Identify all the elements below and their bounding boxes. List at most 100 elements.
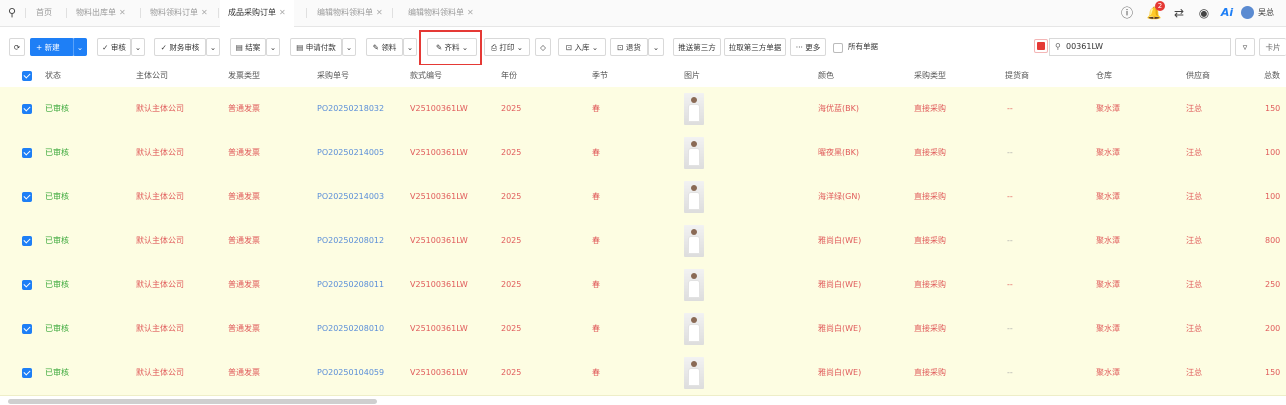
product-thumbnail[interactable] (684, 225, 704, 257)
row-checkbox[interactable] (22, 192, 32, 202)
filter-icon[interactable]: ▿ (1235, 38, 1255, 56)
po-number-link[interactable]: PO20250104059 (317, 351, 384, 395)
product-thumbnail[interactable] (684, 313, 704, 345)
finance-dropdown[interactable]: ⌄ (206, 38, 220, 56)
row-checkbox[interactable] (22, 280, 32, 290)
po-number-link[interactable]: PO20250208010 (317, 307, 384, 351)
assistant-icon[interactable]: ◉ (1196, 5, 1212, 21)
season-cell: 春 (592, 324, 600, 333)
tab-label: 成品采购订单 (228, 8, 276, 17)
refresh-button[interactable]: ⟳ (9, 38, 25, 56)
tab-material-outbound[interactable]: 物料出库单 ✕ (76, 0, 126, 26)
tab-label: 编辑物料领料单 (408, 8, 464, 17)
row-checkbox[interactable] (22, 104, 32, 114)
column-header[interactable]: 采购单号 (317, 65, 349, 87)
color-cell: 雅尚白(WE) (818, 368, 862, 377)
table-row[interactable]: 已审核 默认主体公司 普通发票 PO20250104059 V25100361L… (0, 351, 1286, 396)
product-thumbnail[interactable] (684, 181, 704, 213)
column-header[interactable]: 状态 (45, 65, 61, 87)
search-box[interactable]: ⚲ 00361LW (1049, 38, 1231, 56)
new-button[interactable]: + 新建 (30, 38, 74, 56)
table-row[interactable]: 已审核 默认主体公司 普通发票 PO20250208012 V25100361L… (0, 219, 1286, 264)
tab-home[interactable]: 首页 (36, 0, 52, 26)
invoice-cell: 普通发票 (228, 324, 260, 333)
pick-material-button[interactable]: ✎ 领料 (366, 38, 403, 56)
close-icon[interactable]: ✕ (119, 8, 126, 17)
column-header[interactable]: 采购类型 (914, 65, 946, 87)
exchange-icon[interactable]: ⇄ (1171, 5, 1187, 21)
warehouse-cell: 聚水潭 (1096, 280, 1120, 289)
user-name[interactable]: 吴总 (1258, 0, 1274, 26)
po-number-link[interactable]: PO20250208011 (317, 263, 384, 307)
settle-button[interactable]: ▤ 结案 (230, 38, 266, 56)
tab-finished-purchase-order[interactable]: 成品采购订单 ✕ (220, 0, 294, 28)
warehouse-cell: 聚水潭 (1096, 148, 1120, 157)
row-checkbox[interactable] (22, 368, 32, 378)
ai-button[interactable]: Ai (1219, 5, 1235, 21)
print-button[interactable]: ⎙ 打印 ⌄ (484, 38, 530, 56)
select-all-checkbox[interactable] (22, 71, 32, 81)
search-icon[interactable]: ⚲ (4, 5, 20, 21)
new-dropdown[interactable]: ⌄ (73, 38, 87, 56)
pull-third-party-button[interactable]: 拉取第三方单据 (724, 38, 786, 56)
table-row[interactable]: 已审核 默认主体公司 普通发票 PO20250218032 V25100361L… (0, 87, 1286, 132)
pick-dropdown[interactable]: ⌄ (403, 38, 417, 56)
approve-button[interactable]: ✓ 审核 (97, 38, 131, 56)
product-thumbnail[interactable] (684, 93, 704, 125)
column-header[interactable]: 年份 (501, 65, 517, 87)
return-button[interactable]: ⊡ 退货 (610, 38, 648, 56)
column-header[interactable]: 发票类型 (228, 65, 260, 87)
clear-filter-button[interactable] (1034, 39, 1048, 53)
tab-material-picking-order[interactable]: 物料领料订单 ✕ (150, 0, 208, 26)
po-number-link[interactable]: PO20250218032 (317, 87, 384, 131)
warehouse-cell: 聚水潭 (1096, 368, 1120, 377)
row-checkbox[interactable] (22, 324, 32, 334)
push-third-party-button[interactable]: 推送第三方 (673, 38, 721, 56)
all-documents-checkbox[interactable] (833, 43, 843, 53)
column-header[interactable]: 图片 (684, 65, 700, 87)
chevron-down-icon: ⌄ (134, 43, 142, 52)
po-number-link[interactable]: PO20250214003 (317, 175, 384, 219)
payment-dropdown[interactable]: ⌄ (342, 38, 356, 56)
tab-edit-picking-1[interactable]: 编辑物料领料单 ✕ (317, 0, 383, 26)
po-number-link[interactable]: PO20250214005 (317, 131, 384, 175)
tag-button[interactable]: ◇ (535, 38, 551, 56)
close-icon[interactable]: ✕ (201, 8, 208, 17)
product-thumbnail[interactable] (684, 269, 704, 301)
settle-dropdown[interactable]: ⌄ (266, 38, 280, 56)
column-header[interactable]: 总数 (1264, 65, 1280, 87)
inbound-button[interactable]: ⊡ 入库 ⌄ (558, 38, 606, 56)
column-header[interactable]: 款式编号 (410, 65, 442, 87)
finance-approve-button[interactable]: ✓ 财务审核 (154, 38, 206, 56)
column-header[interactable]: 季节 (592, 65, 608, 87)
search-input[interactable]: 00361LW (1066, 39, 1103, 55)
request-payment-button[interactable]: ▤ 申请付款 (290, 38, 342, 56)
close-icon[interactable]: ✕ (467, 8, 474, 17)
row-checkbox[interactable] (22, 236, 32, 246)
column-header[interactable]: 仓库 (1096, 65, 1112, 87)
help-icon[interactable]: ⓘ (1119, 5, 1135, 21)
row-checkbox[interactable] (22, 148, 32, 158)
more-button[interactable]: ··· 更多 (790, 38, 826, 56)
close-icon[interactable]: ✕ (376, 8, 383, 17)
table-row[interactable]: 已审核 默认主体公司 普通发票 PO20250214005 V25100361L… (0, 131, 1286, 176)
product-thumbnail[interactable] (684, 357, 704, 389)
product-thumbnail[interactable] (684, 137, 704, 169)
column-header[interactable]: 提货商 (1005, 65, 1029, 87)
table-row[interactable]: 已审核 默认主体公司 普通发票 PO20250214003 V25100361L… (0, 175, 1286, 220)
horizontal-scrollbar[interactable] (8, 399, 377, 404)
supplier-cell: 汪总 (1186, 192, 1202, 201)
purchase-type-cell: 直接采购 (914, 104, 946, 113)
return-dropdown[interactable]: ⌄ (648, 38, 664, 56)
table-row[interactable]: 已审核 默认主体公司 普通发票 PO20250208010 V25100361L… (0, 307, 1286, 352)
table-row[interactable]: 已审核 默认主体公司 普通发票 PO20250208011 V25100361L… (0, 263, 1286, 308)
column-header[interactable]: 供应商 (1186, 65, 1210, 87)
avatar[interactable] (1241, 6, 1254, 19)
close-icon[interactable]: ✕ (279, 8, 286, 17)
tab-edit-picking-2[interactable]: 编辑物料领料单 ✕ (408, 0, 474, 26)
approve-dropdown[interactable]: ⌄ (131, 38, 145, 56)
card-view-button[interactable]: 卡片 (1259, 38, 1286, 56)
column-header[interactable]: 主体公司 (136, 65, 168, 87)
column-header[interactable]: 颜色 (818, 65, 834, 87)
po-number-link[interactable]: PO20250208012 (317, 219, 384, 263)
